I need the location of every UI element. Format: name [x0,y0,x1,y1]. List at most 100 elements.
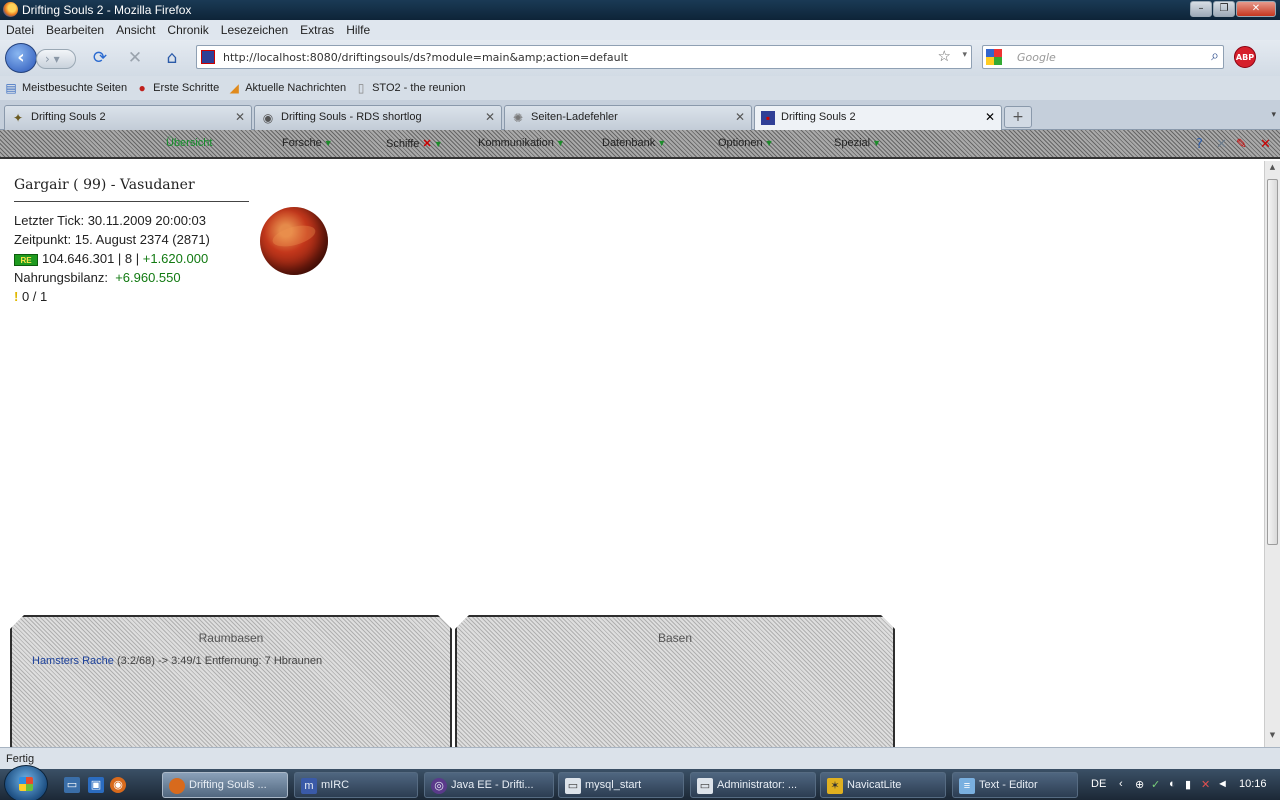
maximize-button[interactable]: ❐ [1213,1,1235,17]
bookmark-most-visited[interactable]: ▤ Meistbesuchte Seiten [4,81,127,95]
menu-view[interactable]: Ansicht [116,23,155,37]
reload-icon[interactable]: ⟳ [90,48,110,68]
game-menu-label: Schiffe [386,138,420,150]
game-menu-label: Übersicht [166,137,213,149]
switch-windows-icon[interactable]: ▣ [88,777,104,793]
tray-app-icon[interactable]: ✓ [1151,778,1160,791]
scrollbar-thumb[interactable] [1267,179,1278,545]
tab-rds-shortlog[interactable]: ◉ Drifting Souls - RDS shortlog ✕ [254,105,502,130]
status-bar: Fertig [0,747,1280,769]
minimize-button[interactable]: – [1190,1,1212,17]
menu-bookmarks[interactable]: Lesezeichen [221,23,288,37]
menu-edit[interactable]: Bearbeiten [46,23,104,37]
tab-drifting-souls-active[interactable]: ▪ Drifting Souls 2 ✕ [754,105,1002,131]
station-link[interactable]: Hamsters Rache [32,655,114,667]
back-button[interactable]: ‹ [5,43,37,73]
page-content: Gargair ( 99) - Vasudaner Letzter Tick: … [0,161,1264,747]
task-label: Java EE - Drifti... [451,779,534,791]
tab-close-icon[interactable]: ✕ [485,110,495,124]
show-desktop-icon[interactable]: ▭ [64,777,80,793]
battery-icon[interactable]: ▮ [1185,778,1191,791]
address-bar[interactable]: http://localhost:8080/driftingsouls/ds?m… [196,45,972,69]
tab-list-icon[interactable]: ▾ [1271,110,1276,120]
tab-close-icon[interactable]: ✕ [235,110,245,124]
game-menu-options[interactable]: Optionen ▼ [718,137,774,149]
game-menu-label: Datenbank [602,137,656,149]
bookmark-first-steps[interactable]: ● Erste Schritte [135,81,220,95]
search-placeholder[interactable]: Google [1017,51,1056,64]
close-window-button[interactable]: ✕ [1236,1,1276,17]
edit-icon[interactable]: ✎ [1236,137,1247,152]
game-menu-overview[interactable]: Übersicht [166,137,212,149]
home-icon[interactable]: ⌂ [162,48,182,68]
game-menu-research[interactable]: Forsche ▼ [282,137,333,149]
base-title: Gargair ( 99) - Vasudaner [14,177,195,193]
dropdown-arrow-icon: ▼ [657,138,667,148]
clock[interactable]: 10:16 [1239,778,1267,790]
alert-x-icon: ✕ [422,138,432,150]
tab-load-error[interactable]: ✺ Seiten-Ladefehler ✕ [504,105,752,130]
tab-drifting-souls-1[interactable]: ✦ Drifting Souls 2 ✕ [4,105,252,130]
task-java-ee[interactable]: ◎ Java EE - Drifti... [424,772,554,798]
firefox-quicklaunch-icon[interactable]: ◉ [110,777,126,793]
network-status-icon[interactable]: ✕ [1201,778,1210,791]
bases-panel-title: Basen [657,631,693,645]
tray-expand-icon[interactable]: ‹ [1119,778,1123,790]
game-menu-label: Kommunikation [478,137,554,149]
task-navicat[interactable]: ✶ NavicatLite [820,772,946,798]
system-tray: DE ‹ ⊕ ✓ ◐ ▮ ✕ ◄ 10:16 [1085,772,1280,798]
language-indicator[interactable]: DE [1091,778,1106,790]
game-menu-communication[interactable]: Kommunikation ▼ [478,137,565,149]
network-icon[interactable]: ⊕ [1135,778,1144,791]
tab-label: Drifting Souls 2 [781,111,856,123]
search-icon[interactable]: ⌕ [1211,48,1219,64]
start-button[interactable] [4,765,48,800]
search-box[interactable]: Google ⌕ [982,45,1224,69]
logout-icon[interactable]: ✕ [1216,137,1227,152]
task-mirc[interactable]: m mIRC [294,772,418,798]
scroll-down-icon[interactable]: ▼ [1267,731,1278,745]
task-label: Drifting Souls ... [189,779,267,791]
window-title-bar: Drifting Souls 2 - Mozilla Firefox – ❐ ✕ [0,0,1280,20]
tab-close-icon[interactable]: ✕ [735,110,745,124]
navicat-icon: ✶ [827,778,843,794]
task-firefox[interactable]: Drifting Souls ... [162,772,288,798]
food-label: Nahrungsbilanz: [14,270,108,285]
menu-file[interactable]: Datei [6,23,34,37]
antivirus-icon[interactable]: ◐ [1169,778,1176,790]
bookmark-news[interactable]: ◢ Aktuelle Nachrichten [227,81,347,95]
window-title: Drifting Souls 2 - Mozilla Firefox [22,3,192,17]
menu-help[interactable]: Hilfe [346,23,370,37]
food-row: Nahrungsbilanz: +6.960.550 [14,270,181,285]
url-dropdown-icon[interactable]: ▾ [962,50,967,60]
google-engine-icon[interactable] [986,49,1002,65]
vertical-scrollbar[interactable]: ▲ ▼ [1264,161,1280,747]
task-mysql[interactable]: ▭ mysql_start [558,772,684,798]
tab-favicon-icon: ▪ [761,111,775,125]
forward-button[interactable]: › ▾ [36,49,76,69]
url-text[interactable]: http://localhost:8080/driftingsouls/ds?m… [223,51,628,64]
adblock-plus-icon[interactable]: ABP [1234,46,1256,68]
game-menu-ships[interactable]: Schiffe ✕ ▼ [386,137,443,150]
new-tab-button[interactable]: + [1004,106,1032,128]
station-info: (3:2/68) -> 3:49/1 Entfernung: 7 Hbraune… [116,655,323,667]
bookmarks-toolbar: ▤ Meistbesuchte Seiten ● Erste Schritte … [0,76,1280,100]
menu-tools[interactable]: Extras [300,23,334,37]
volume-icon[interactable]: ◄ [1217,778,1228,790]
tab-close-icon[interactable]: ✕ [985,110,995,124]
bookmark-sto2[interactable]: ▯ STO2 - the reunion [354,81,466,95]
menu-history[interactable]: Chronik [167,23,208,37]
task-administrator[interactable]: ▭ Administrator: ... [690,772,816,798]
planet-image[interactable] [260,207,328,275]
help-icon[interactable]: ? [1196,137,1203,152]
stop-icon[interactable]: ✕ [125,48,145,68]
game-menu-special[interactable]: Spezial ▼ [834,137,881,149]
station-row: Hamsters Rache (3:2/68) -> 3:49/1 Entfer… [32,655,322,667]
close-icon[interactable]: ✕ [1260,137,1271,152]
scroll-up-icon[interactable]: ▲ [1267,163,1278,177]
bookmark-label: Meistbesuchte Seiten [22,82,128,94]
task-text-editor[interactable]: ≡ Text - Editor [952,772,1078,798]
game-menu-database[interactable]: Datenbank ▼ [602,137,666,149]
bookmark-star-icon[interactable]: ☆ [938,47,951,65]
re-row: RE 104.646.301 | 8 | +1.620.000 [14,251,208,266]
